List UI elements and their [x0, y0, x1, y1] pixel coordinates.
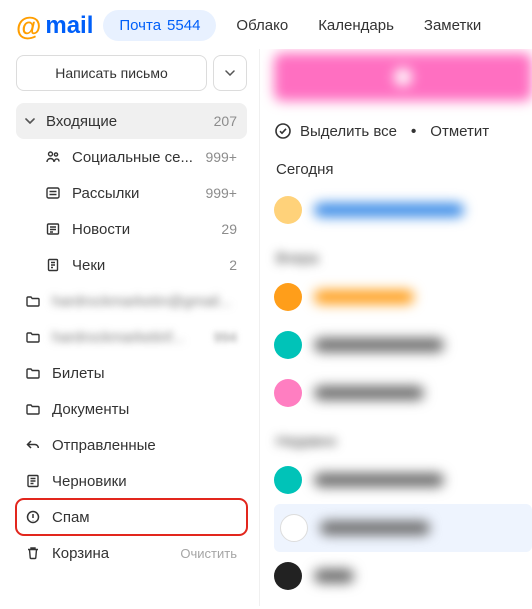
folder-count: 2 — [229, 257, 237, 273]
section-label-blur: Недавно — [276, 433, 532, 450]
sidebar: Написать письмо Входящие 207 Социальные … — [0, 49, 260, 606]
folder-label: Корзина — [52, 545, 170, 562]
folder-sent[interactable]: Отправленные — [16, 427, 247, 463]
message-row[interactable] — [274, 186, 532, 234]
folder-newsletters[interactable]: Рассылки 999+ — [16, 175, 247, 211]
logo-text: mail — [45, 12, 93, 40]
newspaper-icon — [44, 220, 62, 238]
draft-icon — [24, 472, 42, 490]
message-preview — [314, 386, 424, 400]
trash-clear-link[interactable]: Очистить — [180, 546, 237, 561]
message-row[interactable] — [274, 504, 532, 552]
avatar — [274, 283, 302, 311]
avatar — [274, 379, 302, 407]
message-row[interactable] — [274, 552, 532, 600]
mark-label: Отметит — [430, 123, 489, 140]
nav-tab-mail-label: Почта — [119, 17, 161, 34]
mark-button[interactable]: Отметит — [430, 123, 489, 140]
folder-label: Билеты — [52, 365, 237, 382]
chevron-down-icon — [225, 70, 235, 76]
promo-banner[interactable] — [274, 53, 532, 101]
folder-count: 999+ — [205, 149, 237, 165]
folder-count: 999+ — [205, 185, 237, 201]
folder-icon — [24, 364, 42, 382]
trash-icon — [24, 544, 42, 562]
folder-label: Рассылки — [72, 185, 195, 202]
nav-tab-notes[interactable]: Заметки — [414, 10, 491, 41]
message-row[interactable] — [274, 321, 532, 369]
reply-icon — [24, 436, 42, 454]
folder-label: Спам — [52, 509, 237, 526]
folder-drafts[interactable]: Черновики — [16, 463, 247, 499]
folder-custom-2[interactable]: hardrockmarketinf... 994 — [16, 319, 247, 355]
message-preview — [314, 473, 444, 487]
logo[interactable]: @ mail — [16, 12, 93, 40]
main: Написать письмо Входящие 207 Социальные … — [0, 49, 532, 606]
folder-tickets[interactable]: Билеты — [16, 355, 247, 391]
folder-label: hardrockmarketin@gmail... — [52, 293, 237, 310]
section-today: Сегодня — [276, 161, 532, 178]
chevron-down-icon — [24, 118, 36, 124]
folder-label: Социальные се... — [72, 149, 195, 166]
nav-tab-mail-count: 5544 — [167, 17, 200, 34]
select-all-button[interactable]: Выделить все — [274, 122, 397, 140]
folder-count: 207 — [214, 113, 237, 129]
folder-receipts[interactable]: Чеки 2 — [16, 247, 247, 283]
folder-social[interactable]: Социальные се... 999+ — [16, 139, 247, 175]
section-label-blur: Вчера — [276, 250, 532, 267]
toolbar: Выделить все • Отметит — [274, 115, 532, 147]
avatar — [280, 514, 308, 542]
folder-inbox[interactable]: Входящие 207 — [16, 103, 247, 139]
folder-icon — [24, 328, 42, 346]
receipt-icon — [44, 256, 62, 274]
avatar — [274, 562, 302, 590]
message-row[interactable] — [274, 456, 532, 504]
message-preview — [314, 203, 464, 217]
folder-icon — [24, 292, 42, 310]
nav-tab-cloud[interactable]: Облако — [226, 10, 298, 41]
folder-custom-1[interactable]: hardrockmarketin@gmail... — [16, 283, 247, 319]
folder-label: Чеки — [72, 257, 219, 274]
nav-tab-mail[interactable]: Почта 5544 — [103, 10, 216, 41]
folder-label: Новости — [72, 221, 211, 238]
compose-button[interactable]: Написать письмо — [16, 55, 207, 91]
avatar — [274, 466, 302, 494]
header: @ mail Почта 5544 Облако Календарь Замет… — [0, 0, 532, 49]
select-all-label: Выделить все — [300, 123, 397, 140]
folder-label: Отправленные — [52, 437, 237, 454]
avatar — [274, 331, 302, 359]
folder-count: 994 — [214, 329, 237, 345]
nav-tab-calendar[interactable]: Календарь — [308, 10, 404, 41]
compose-dropdown-button[interactable] — [213, 55, 247, 91]
folder-label: hardrockmarketinf... — [52, 329, 204, 346]
message-preview — [314, 338, 444, 352]
check-circle-icon — [274, 122, 292, 140]
message-preview — [314, 569, 354, 583]
bullet-icon: • — [411, 123, 416, 140]
folder-icon — [24, 400, 42, 418]
folder-label: Входящие — [46, 113, 204, 130]
avatar — [274, 196, 302, 224]
folder-news[interactable]: Новости 29 — [16, 211, 247, 247]
folder-spam[interactable]: Спам — [16, 499, 247, 535]
compose-wrap: Написать письмо — [16, 55, 247, 91]
folder-documents[interactable]: Документы — [16, 391, 247, 427]
message-row[interactable] — [274, 369, 532, 417]
message-preview — [320, 521, 430, 535]
megaphone-icon — [44, 184, 62, 202]
spam-icon — [24, 508, 42, 526]
people-icon — [44, 148, 62, 166]
message-pane: Выделить все • Отметит Сегодня Вчера Нед… — [260, 49, 532, 606]
message-preview — [314, 290, 414, 304]
message-row[interactable] — [274, 273, 532, 321]
at-sign-icon: @ — [16, 13, 41, 39]
folder-trash[interactable]: Корзина Очистить — [16, 535, 247, 571]
folder-label: Документы — [52, 401, 237, 418]
folder-label: Черновики — [52, 473, 237, 490]
folder-count: 29 — [221, 221, 237, 237]
